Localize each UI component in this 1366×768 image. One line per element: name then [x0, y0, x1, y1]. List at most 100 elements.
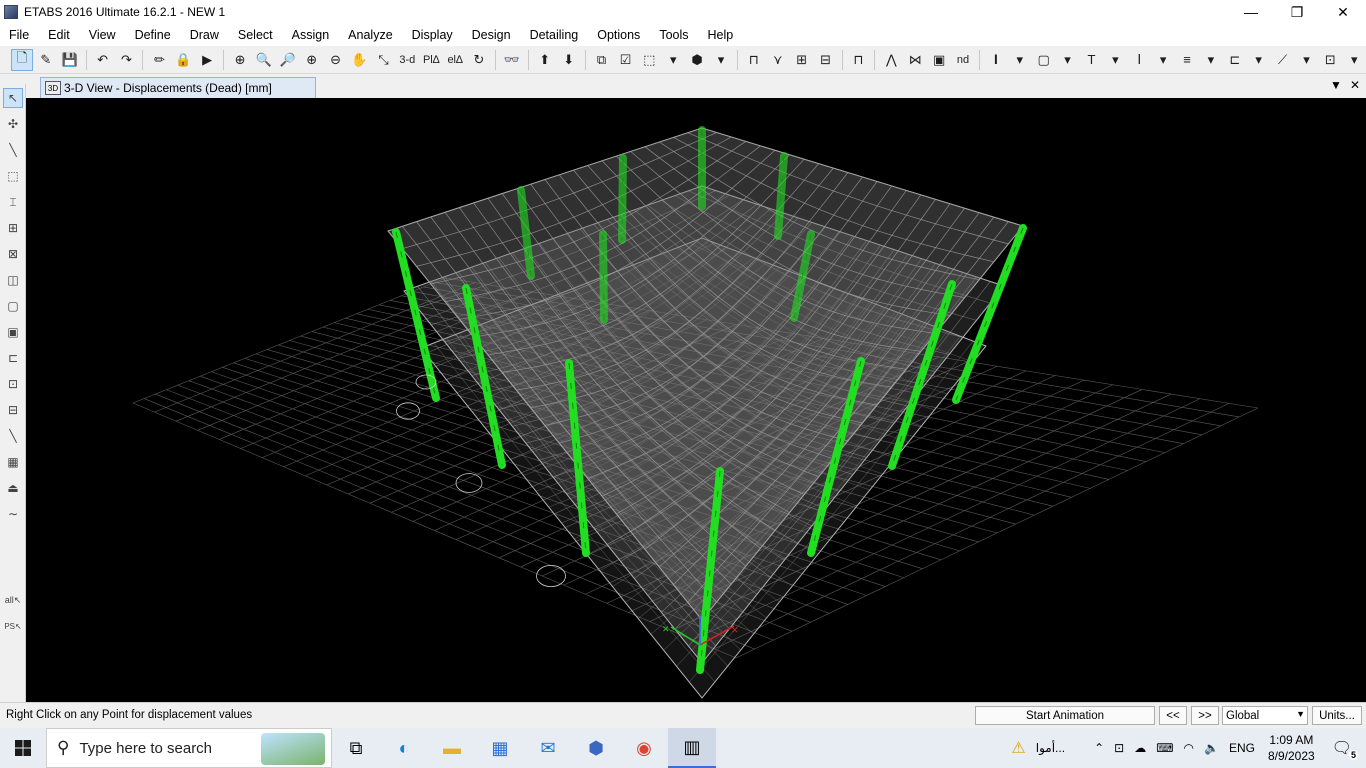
- menu-edit[interactable]: Edit: [39, 28, 80, 42]
- notification-text[interactable]: أموا...: [1036, 741, 1065, 755]
- close-button[interactable]: ✕: [1320, 0, 1366, 24]
- previous-selection-button[interactable]: PS ↖: [3, 616, 23, 636]
- move-down-icon[interactable]: ⬇: [558, 49, 580, 71]
- model-viewport[interactable]: ✕ ✕: [26, 98, 1366, 702]
- dropdown-arrow-icon[interactable]: ▾: [1200, 49, 1222, 71]
- menu-draw[interactable]: Draw: [181, 28, 229, 42]
- extrude-icon[interactable]: ⬢: [686, 49, 708, 71]
- wifi-icon[interactable]: ◠: [1184, 741, 1194, 755]
- app-icon[interactable]: ⬢: [572, 728, 620, 768]
- start-animation-button[interactable]: Start Animation: [975, 706, 1155, 725]
- rotate-3d-icon[interactable]: ↻: [468, 49, 490, 71]
- quick-draw-beam-icon[interactable]: ⊞: [3, 218, 23, 238]
- zoom-restore-icon[interactable]: 🔍: [253, 49, 275, 71]
- dropdown-arrow-icon[interactable]: ▾: [1104, 49, 1126, 71]
- pan-icon[interactable]: ✋: [349, 49, 371, 71]
- draw-beam-icon[interactable]: T: [1081, 49, 1103, 71]
- zoom-out-icon[interactable]: ⊖: [325, 49, 347, 71]
- menu-design[interactable]: Design: [463, 28, 521, 42]
- volume-icon[interactable]: 🔈: [1204, 741, 1219, 755]
- draw-wall-tool-icon[interactable]: ⊏: [3, 348, 23, 368]
- previous-case-button[interactable]: <<: [1159, 706, 1187, 725]
- draw-dimension-icon[interactable]: ⟋: [1272, 49, 1294, 71]
- task-view-icon[interactable]: ⧉: [332, 728, 380, 768]
- mail-icon[interactable]: ✉: [524, 728, 572, 768]
- draw-tendon-icon[interactable]: ⏏: [3, 478, 23, 498]
- dropdown-arrow-icon[interactable]: ▾: [1296, 49, 1318, 71]
- dropdown-arrow-icon[interactable]: ▾: [1152, 49, 1174, 71]
- redo-icon[interactable]: ↷: [116, 49, 138, 71]
- draw-frame-icon[interactable]: ⬚: [3, 166, 23, 186]
- object-shrink-icon[interactable]: ⧉: [591, 49, 613, 71]
- windows-start-button[interactable]: [0, 728, 46, 768]
- dropdown-arrow-icon[interactable]: ▾: [1057, 49, 1079, 71]
- draw-wall-opening-icon[interactable]: ⊟: [3, 400, 23, 420]
- draw-column-icon[interactable]: 𝐈: [985, 49, 1007, 71]
- menu-options[interactable]: Options: [588, 28, 650, 42]
- draw-reference-icon[interactable]: ⊡: [1319, 49, 1341, 71]
- elevation-view-button[interactable]: el∆: [444, 49, 466, 71]
- taskbar-search-box[interactable]: ⚲ Type here to search: [46, 728, 332, 768]
- new-model-icon[interactable]: 🗋: [11, 48, 33, 71]
- coordinate-system-select[interactable]: Global ▼: [1222, 706, 1308, 725]
- view-3d-button[interactable]: 3-d: [396, 49, 418, 71]
- tab-close-icon[interactable]: ✕: [1350, 78, 1360, 92]
- display-menu-icon[interactable]: ⬚: [638, 49, 660, 71]
- dropdown-arrow-icon[interactable]: ▾: [662, 49, 684, 71]
- draw-opening-icon[interactable]: ⊏: [1224, 49, 1246, 71]
- undo-icon[interactable]: ↶: [92, 49, 114, 71]
- draw-link-icon[interactable]: ╲: [3, 426, 23, 446]
- file-explorer-icon[interactable]: ▬: [428, 728, 476, 768]
- tab-3d-view[interactable]: 3D 3-D View - Displacements (Dead) [mm]: [40, 77, 316, 98]
- truss-icon[interactable]: ⋈: [904, 49, 926, 71]
- plan-view-button[interactable]: Pl∆: [420, 49, 442, 71]
- save-icon[interactable]: 💾: [59, 49, 81, 71]
- frame-icon[interactable]: ⊓: [743, 49, 765, 71]
- quick-draw-area-icon[interactable]: ▣: [3, 322, 23, 342]
- open-icon[interactable]: ✎: [35, 49, 57, 71]
- draw-area-icon[interactable]: ▢: [1033, 49, 1055, 71]
- pointer-icon[interactable]: ↖: [3, 88, 23, 108]
- zoom-in-icon[interactable]: ⊕: [301, 49, 323, 71]
- run-analysis-icon[interactable]: ▶: [196, 49, 218, 71]
- menu-detailing[interactable]: Detailing: [521, 28, 589, 42]
- language-indicator[interactable]: ENG: [1229, 741, 1255, 755]
- menu-view[interactable]: View: [80, 28, 126, 42]
- draw-floor-icon[interactable]: ◫: [3, 270, 23, 290]
- menu-tools[interactable]: Tools: [650, 28, 698, 42]
- quick-draw-column-icon[interactable]: ⌶: [3, 192, 23, 212]
- reshape-icon[interactable]: ✣: [3, 114, 23, 134]
- draw-brace-icon[interactable]: ⊠: [3, 244, 23, 264]
- deformed-shape-icon[interactable]: ⋎: [767, 49, 789, 71]
- rotate-icon[interactable]: ⤡: [372, 49, 394, 71]
- tab-list-dropdown-icon[interactable]: ▼: [1330, 78, 1342, 92]
- lock-icon[interactable]: 🔒: [172, 49, 194, 71]
- quick-draw-wall-icon[interactable]: ⊡: [3, 374, 23, 394]
- camera-icon[interactable]: ⊡: [1114, 741, 1124, 755]
- etabs-taskbar-icon[interactable]: ▥: [668, 728, 716, 768]
- units-button[interactable]: Units...: [1312, 706, 1362, 725]
- menu-select[interactable]: Select: [229, 28, 283, 42]
- stress-diagram-icon[interactable]: ⊟: [815, 49, 837, 71]
- zoom-window-icon[interactable]: ⊕: [229, 49, 251, 71]
- nd-button[interactable]: nd: [952, 49, 974, 71]
- menu-analyze[interactable]: Analyze: [339, 28, 402, 42]
- draw-rect-area-icon[interactable]: ▢: [3, 296, 23, 316]
- story-icon[interactable]: ⊓: [848, 49, 870, 71]
- menu-assign[interactable]: Assign: [283, 28, 340, 42]
- select-all-button[interactable]: all ↖: [3, 590, 23, 610]
- perspective-icon[interactable]: 👓: [501, 49, 523, 71]
- menu-help[interactable]: Help: [699, 28, 744, 42]
- move-up-icon[interactable]: ⬆: [534, 49, 556, 71]
- menu-define[interactable]: Define: [126, 28, 181, 42]
- pencil-icon[interactable]: ✏: [148, 49, 170, 71]
- draw-grid-icon[interactable]: ▦: [3, 452, 23, 472]
- menu-display[interactable]: Display: [403, 28, 463, 42]
- render-icon[interactable]: ▣: [928, 49, 950, 71]
- edge-browser-icon[interactable]: ◐: [380, 728, 428, 768]
- input-method-icon[interactable]: ⌨: [1156, 741, 1173, 755]
- maximize-button[interactable]: ❐: [1274, 0, 1320, 24]
- onedrive-cloud-icon[interactable]: ☁: [1134, 741, 1146, 755]
- brace-icon[interactable]: ⋀: [880, 49, 902, 71]
- notifications-icon[interactable]: 🗨 5: [1332, 738, 1358, 760]
